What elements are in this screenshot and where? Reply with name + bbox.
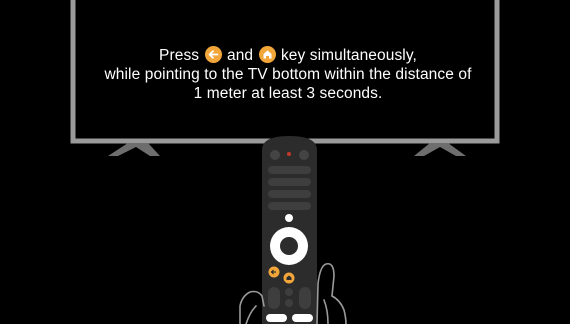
home-icon [258,46,276,63]
instruction-line-1-end: key simultaneously, [276,47,417,64]
pairing-instruction-text: Press and key simultaneously, while poin… [78,46,498,103]
pairing-instruction-screen: Press and key simultaneously, while poin… [0,0,570,324]
remote-control [262,136,317,324]
instruction-line-3: 1 meter at least 3 seconds. [193,85,383,102]
dpad-center [280,237,298,255]
instruction-line-1-middle: and [222,47,258,64]
instruction-line-1-start: Press [159,47,204,64]
tv-stand-left [108,143,160,156]
back-arrow-icon [204,46,222,63]
power-led-icon [287,152,291,156]
instruction-line-2: while pointing to the TV bottom within t… [104,66,472,83]
tv-stand-right [414,143,466,156]
instruction-line-1: Press and key simultaneously, [78,46,498,65]
